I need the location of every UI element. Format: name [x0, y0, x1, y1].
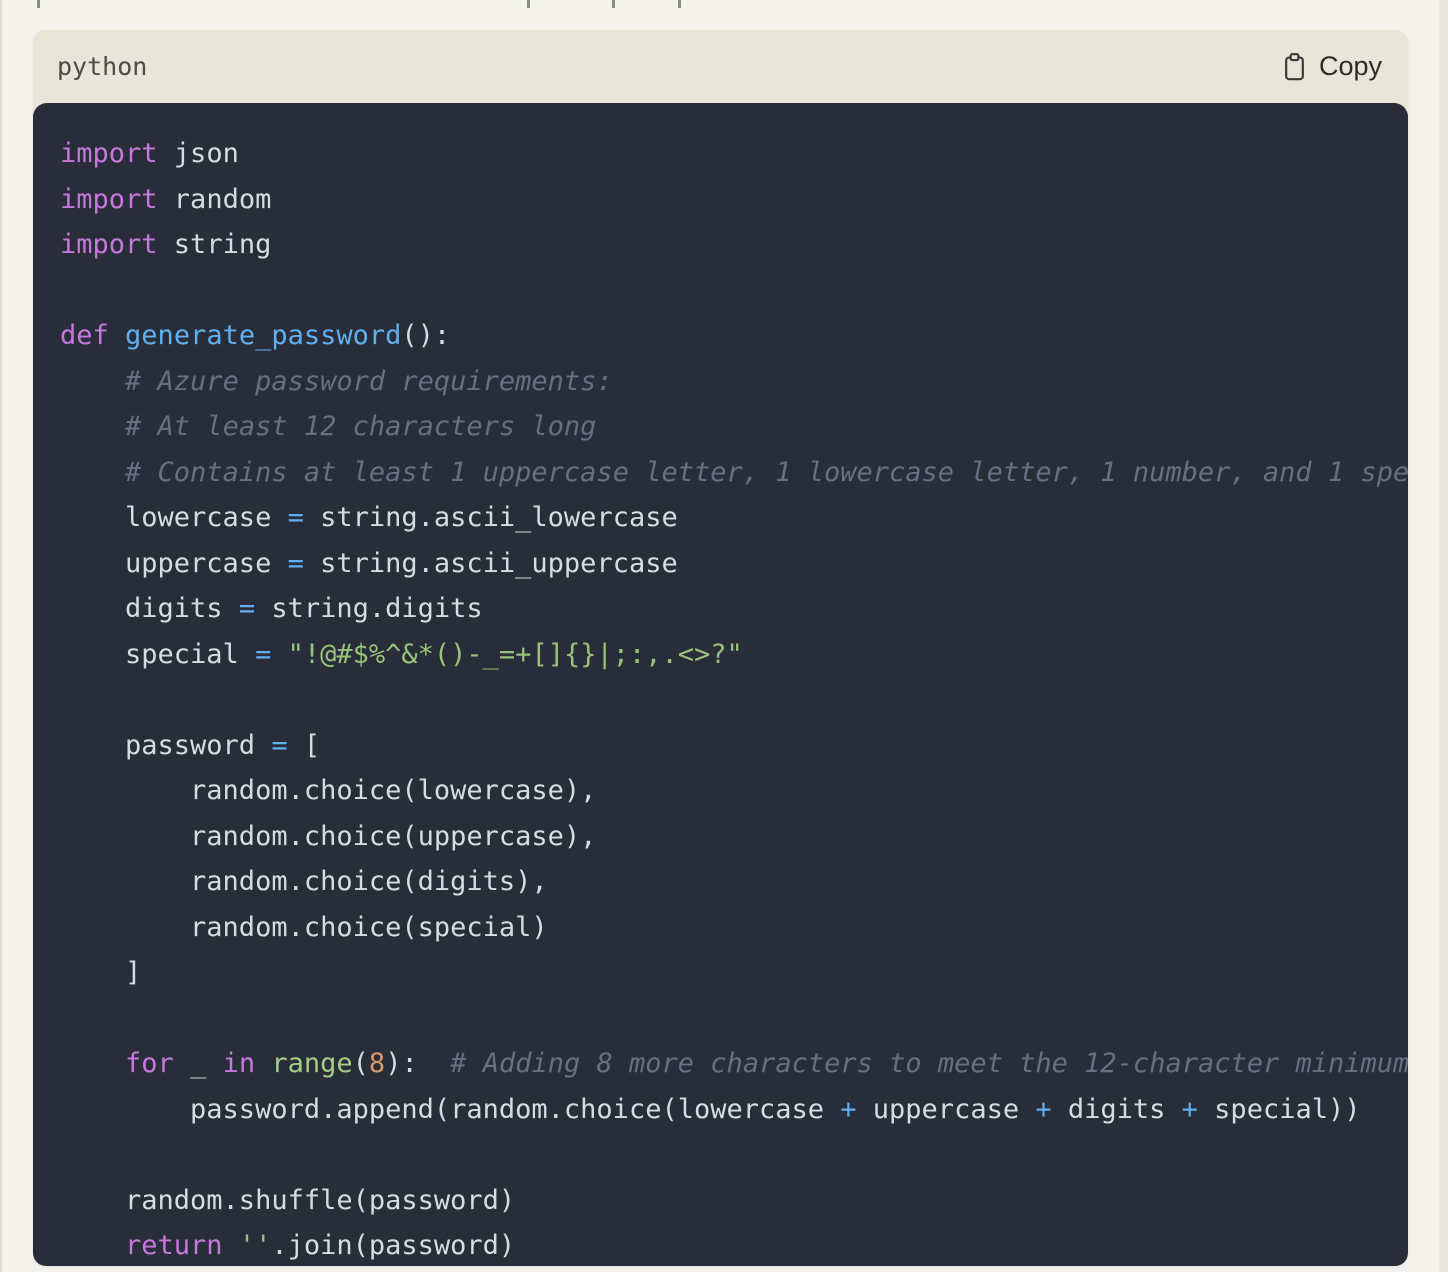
copy-button[interactable]: Copy: [1281, 51, 1382, 82]
code-token: .join(password): [271, 1230, 515, 1261]
code-token: random.choice(lowercase),: [60, 775, 596, 806]
code-token: uppercase: [857, 1094, 1036, 1125]
code-line: random.shuffle(password): [60, 1178, 1408, 1224]
code-token: [109, 320, 125, 351]
code-token: digits: [60, 593, 239, 624]
code-line: special = "!@#$%^&*()-_=+[]{}|;:,.<>?": [60, 632, 1408, 678]
code-token: import: [60, 184, 158, 215]
code-token: special: [60, 639, 255, 670]
code-token: # Azure password requirements:: [125, 366, 613, 397]
code-token: "!@#$%^&*()-_=+[]{}|;:,.<>?": [288, 639, 743, 670]
code-line: import json: [60, 131, 1408, 177]
code-line: # Azure password requirements:: [60, 359, 1408, 405]
code-line: [60, 268, 1408, 314]
language-label: python: [57, 52, 147, 81]
code-token: string.digits: [255, 593, 483, 624]
code-token: import: [60, 138, 158, 169]
code-token: generate_password: [125, 320, 401, 351]
code-token: return: [125, 1230, 223, 1261]
clipped-text-remnant: [527, 0, 530, 8]
code-line: lowercase = string.ascii_lowercase: [60, 495, 1408, 541]
code-token: password.append(random.choice(lowercase: [60, 1094, 840, 1125]
code-token: random.choice(digits),: [60, 866, 548, 897]
code-line: # At least 12 characters long: [60, 404, 1408, 450]
code-line: random.choice(uppercase),: [60, 814, 1408, 860]
code-token: for: [125, 1048, 174, 1079]
code-token: [223, 1230, 239, 1261]
code-token: =: [288, 502, 304, 533]
code-token: random: [158, 184, 272, 215]
code-block[interactable]: import jsonimport randomimport stringdef…: [33, 103, 1408, 1266]
clipped-text-remnant: [612, 0, 615, 8]
copy-button-label: Copy: [1319, 51, 1382, 82]
code-line: ]: [60, 950, 1408, 996]
code-token: [255, 1048, 271, 1079]
code-token: [60, 366, 125, 397]
code-token: [60, 1048, 125, 1079]
code-token: string.ascii_uppercase: [304, 548, 678, 579]
code-token: digits: [1052, 1094, 1182, 1125]
code-line: [60, 996, 1408, 1042]
clipped-text-remnant: [678, 0, 681, 8]
code-token: string.ascii_lowercase: [304, 502, 678, 533]
code-token: # At least 12 characters long: [125, 411, 596, 442]
code-line: def generate_password():: [60, 313, 1408, 359]
code-line: import string: [60, 222, 1408, 268]
code-token: in: [223, 1048, 256, 1079]
code-line: [60, 677, 1408, 723]
code-line: random.choice(special): [60, 905, 1408, 951]
code-token: =: [271, 730, 287, 761]
code-line: digits = string.digits: [60, 586, 1408, 632]
code-token: [60, 411, 125, 442]
clipboard-icon: [1281, 52, 1308, 82]
code-block-card: python Copy import jsonimport randomimpo…: [33, 30, 1408, 1266]
code-token: json: [158, 138, 239, 169]
code-token: ]: [60, 957, 141, 988]
code-token: _: [174, 1048, 223, 1079]
code-line: random.choice(digits),: [60, 859, 1408, 905]
code-token: ():: [401, 320, 450, 351]
code-line: import random: [60, 177, 1408, 223]
code-token: [60, 1230, 125, 1261]
code-token: ):: [385, 1048, 450, 1079]
code-token: random.choice(uppercase),: [60, 821, 596, 852]
code-line: random.choice(lowercase),: [60, 768, 1408, 814]
code-token: # Adding 8 more characters to meet the 1…: [450, 1048, 1408, 1079]
code-token: password: [60, 730, 271, 761]
code-token: (: [353, 1048, 369, 1079]
code-token: [271, 639, 287, 670]
code-token: random.choice(special): [60, 912, 548, 943]
code-token: =: [255, 639, 271, 670]
code-token: range: [271, 1048, 352, 1079]
code-token: =: [288, 548, 304, 579]
code-token: random.shuffle(password): [60, 1185, 515, 1216]
code-token: uppercase: [60, 548, 288, 579]
clipped-text-remnant: [37, 0, 40, 8]
code-line: password.append(random.choice(lowercase …: [60, 1087, 1408, 1133]
code-token: =: [239, 593, 255, 624]
code-token: def: [60, 320, 109, 351]
code-block-header: python Copy: [33, 30, 1408, 103]
code-line: # Contains at least 1 uppercase letter, …: [60, 450, 1408, 496]
code-token: string: [158, 229, 272, 260]
code-token: 8: [369, 1048, 385, 1079]
code-token: lowercase: [60, 502, 288, 533]
code-token: +: [1035, 1094, 1051, 1125]
code-line: [60, 1132, 1408, 1178]
code-token: # Contains at least 1 uppercase letter, …: [125, 457, 1408, 488]
code-line: uppercase = string.ascii_uppercase: [60, 541, 1408, 587]
code-token: [: [288, 730, 321, 761]
code-token: '': [239, 1230, 272, 1261]
code-token: +: [1182, 1094, 1198, 1125]
code-line: return ''.join(password): [60, 1223, 1408, 1266]
page-left-edge: [0, 0, 2, 1272]
code-token: +: [840, 1094, 856, 1125]
page-right-edge: [1439, 0, 1448, 1272]
code-token: [60, 457, 125, 488]
code-token: import: [60, 229, 158, 260]
code-line: for _ in range(8): # Adding 8 more chara…: [60, 1041, 1408, 1087]
code-line: password = [: [60, 723, 1408, 769]
code-token: special)): [1198, 1094, 1361, 1125]
